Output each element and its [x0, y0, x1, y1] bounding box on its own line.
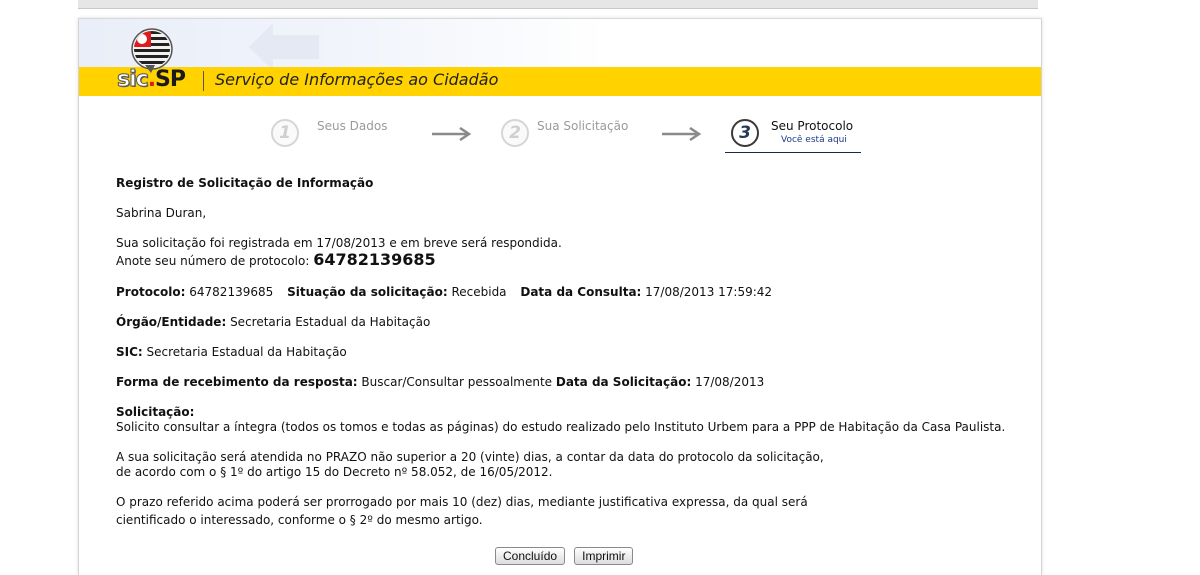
step-current-indicator: Você está aqui	[781, 135, 847, 145]
registro-heading: Registro de Solicitação de Informação	[116, 176, 374, 190]
imprimir-button[interactable]: Imprimir	[574, 547, 634, 565]
decorative-arrow-icon	[249, 23, 319, 71]
progress-steps: 1 Seus Dados 2 Sua Solicitação 3 Seu Pro…	[79, 115, 1041, 165]
forma-value: Buscar/Consultar pessoalmente	[357, 375, 556, 389]
registered-message: Sua solicitação foi registrada em 17/08/…	[116, 236, 562, 250]
greeting-text: Sabrina Duran,	[116, 206, 207, 220]
data-consulta-value: 17/08/2013 17:59:42	[641, 285, 773, 299]
prazo-line-1: A sua solicitação será atendida no PRAZO…	[116, 450, 824, 464]
orgao-label: Órgão/Entidade:	[116, 315, 227, 329]
step-number-1: 1	[271, 119, 299, 147]
protocolo-value: 64782139685	[185, 285, 274, 299]
details-row-protocolo: Protocolo: 64782139685 Situação da solic…	[116, 285, 772, 300]
protocol-note: Anote seu número de protocolo: 647821396…	[116, 252, 436, 269]
step-label-seus-dados: Seus Dados	[317, 119, 388, 133]
step-label-sua-solicitacao: Sua Solicitação	[537, 119, 629, 133]
arrow-right-icon	[432, 127, 472, 141]
situacao-value: Recebida	[447, 285, 507, 299]
sic-sp-logo[interactable]: sic.SP	[117, 27, 213, 93]
page-frame: sic.SP Serviço de Informações ao Cidadão…	[78, 18, 1042, 575]
step-number-3: 3	[731, 119, 759, 147]
solicitacao-label: Solicitação:	[116, 405, 195, 419]
arrow-right-icon	[662, 127, 702, 141]
details-row-forma: Forma de recebimento da resposta: Buscar…	[116, 375, 764, 390]
solicitacao-text: Solicito consultar a íntegra (todos os t…	[116, 420, 1006, 434]
sic-label: SIC:	[116, 345, 143, 359]
header-divider	[203, 71, 204, 91]
data-solicitacao-label: Data da Solicitação:	[555, 375, 692, 389]
forma-label: Forma de recebimento da resposta:	[116, 375, 358, 389]
concluido-button[interactable]: Concluído	[495, 547, 566, 565]
data-consulta-label: Data da Consulta:	[520, 285, 642, 299]
logo-sp-text: SP	[155, 67, 186, 92]
situacao-label: Situação da solicitação:	[287, 285, 448, 299]
prazo-line-2: de acordo com o § 1º do artigo 15 do Dec…	[116, 465, 553, 479]
step-number-2: 2	[501, 119, 529, 147]
orgao-value: Secretaria Estadual da Habitação	[226, 315, 431, 329]
protocolo-label: Protocolo:	[116, 285, 186, 299]
browser-top-strip	[78, 0, 1038, 9]
site-header: sic.SP Serviço de Informações ao Cidadão	[79, 19, 1041, 96]
details-row-sic: SIC: Secretaria Estadual da Habitação	[116, 345, 347, 360]
protocol-number-large: 64782139685	[313, 250, 436, 269]
action-buttons: Concluído Imprimir	[495, 545, 637, 565]
prorrogado-line-2: cientificado o interessado, conforme o §…	[116, 513, 483, 527]
step-active-underline	[725, 152, 861, 153]
sic-value: Secretaria Estadual da Habitação	[142, 345, 347, 359]
data-solicitacao-value: 17/08/2013	[691, 375, 765, 389]
step-label-seu-protocolo: Seu Protocolo	[771, 119, 854, 133]
logo-dot-text: .	[147, 67, 156, 92]
logo-sic-text: sic	[117, 67, 150, 93]
site-title: Serviço de Informações ao Cidadão	[215, 70, 499, 89]
header-background	[79, 19, 1041, 67]
prorrogado-line-1: O prazo referido acima poderá ser prorro…	[116, 495, 808, 509]
anote-label: Anote seu número de protocolo:	[116, 254, 314, 268]
logo-wordmark: sic.SP	[117, 67, 187, 93]
details-row-orgao: Órgão/Entidade: Secretaria Estadual da H…	[116, 315, 430, 330]
